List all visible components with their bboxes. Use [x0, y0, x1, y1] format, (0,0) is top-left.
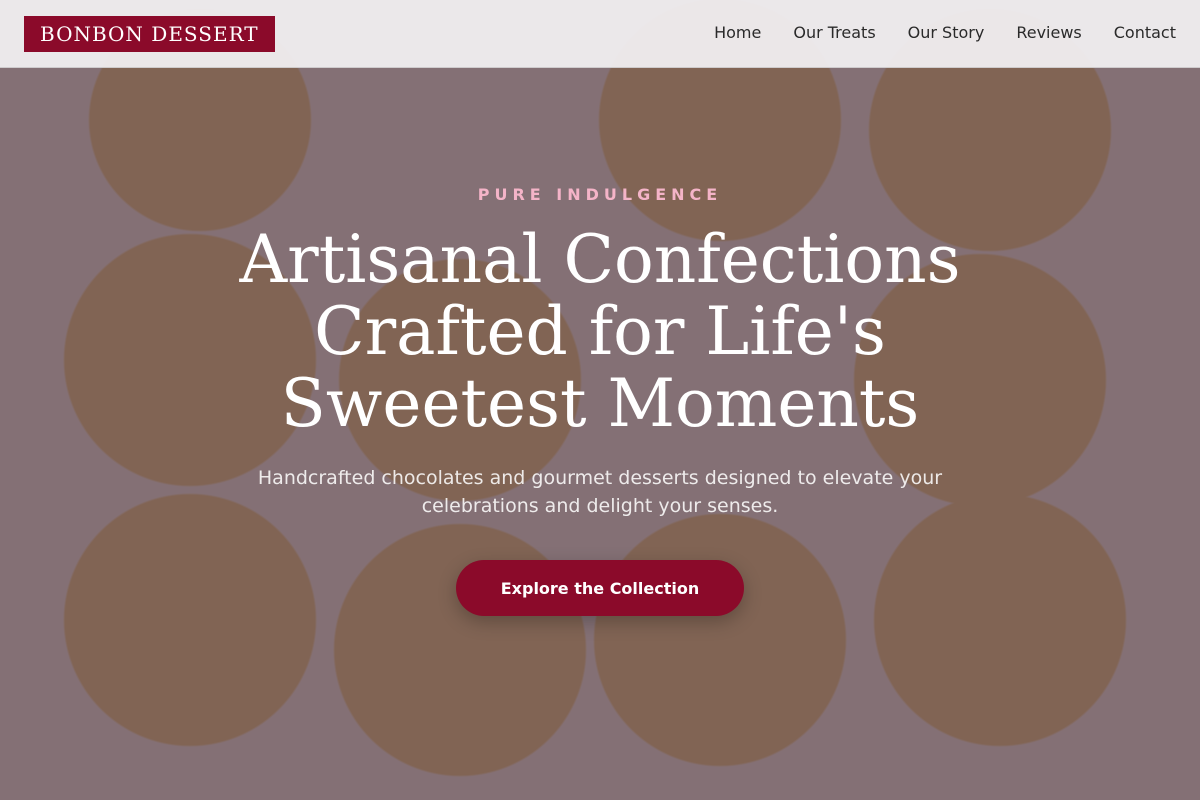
explore-collection-button[interactable]: Explore the Collection — [456, 560, 744, 616]
hero-eyebrow: PURE INDULGENCE — [477, 185, 723, 204]
hero-title: Artisanal Confections Crafted for Life's… — [239, 221, 961, 442]
hero-section: PURE INDULGENCE Artisanal Confections Cr… — [0, 0, 1200, 800]
page: BONBON DESSERT Home Our Treats Our Story… — [0, 0, 1200, 800]
hero-subtitle: Handcrafted chocolates and gourmet desse… — [257, 467, 943, 517]
